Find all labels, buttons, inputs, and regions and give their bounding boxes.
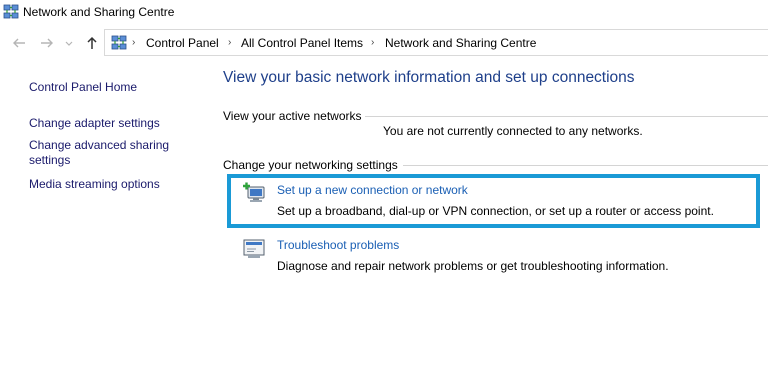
network-centre-icon <box>3 4 19 20</box>
breadcrumb-all-items[interactable]: All Control Panel Items <box>241 36 363 50</box>
troubleshoot-link[interactable]: Troubleshoot problems <box>277 238 399 252</box>
breadcrumb-separator-icon[interactable]: › <box>228 37 231 48</box>
title-bar: Network and Sharing Centre <box>0 0 768 26</box>
active-networks-heading: View your active networks <box>223 109 362 123</box>
sidebar-item-advanced-sharing[interactable]: Change advanced sharing settings <box>29 138 189 168</box>
setup-connection-description: Set up a broadband, dial-up or VPN conne… <box>277 204 714 218</box>
setup-connection-link[interactable]: Set up a new connection or network <box>277 183 468 197</box>
breadcrumb-separator-icon[interactable]: › <box>132 37 135 48</box>
page-title: View your basic network information and … <box>223 69 635 86</box>
address-bar[interactable]: › Control Panel › All Control Panel Item… <box>104 29 768 56</box>
network-status-text: You are not currently connected to any n… <box>383 124 643 138</box>
sidebar-item-change-adapter[interactable]: Change adapter settings <box>29 116 160 131</box>
window-title: Network and Sharing Centre <box>23 5 175 19</box>
networking-settings-heading: Change your networking settings <box>223 158 398 172</box>
up-arrow-icon[interactable] <box>84 35 100 51</box>
forward-arrow-icon[interactable] <box>39 35 55 51</box>
breadcrumb-control-panel[interactable]: Control Panel <box>146 36 219 50</box>
troubleshoot-icon[interactable] <box>242 238 266 260</box>
troubleshoot-description: Diagnose and repair network problems or … <box>277 259 669 273</box>
sidebar-item-control-panel-home[interactable]: Control Panel Home <box>29 80 137 95</box>
sidebar-item-media-streaming[interactable]: Media streaming options <box>29 177 160 192</box>
section-divider <box>365 116 768 117</box>
breadcrumb-network-sharing[interactable]: Network and Sharing Centre <box>385 36 536 50</box>
section-divider <box>403 165 768 166</box>
chevron-down-icon[interactable] <box>64 35 74 51</box>
new-connection-icon[interactable] <box>242 181 266 203</box>
back-arrow-icon[interactable] <box>11 35 27 51</box>
breadcrumb-separator-icon[interactable]: › <box>371 37 374 48</box>
network-centre-icon <box>111 35 127 51</box>
